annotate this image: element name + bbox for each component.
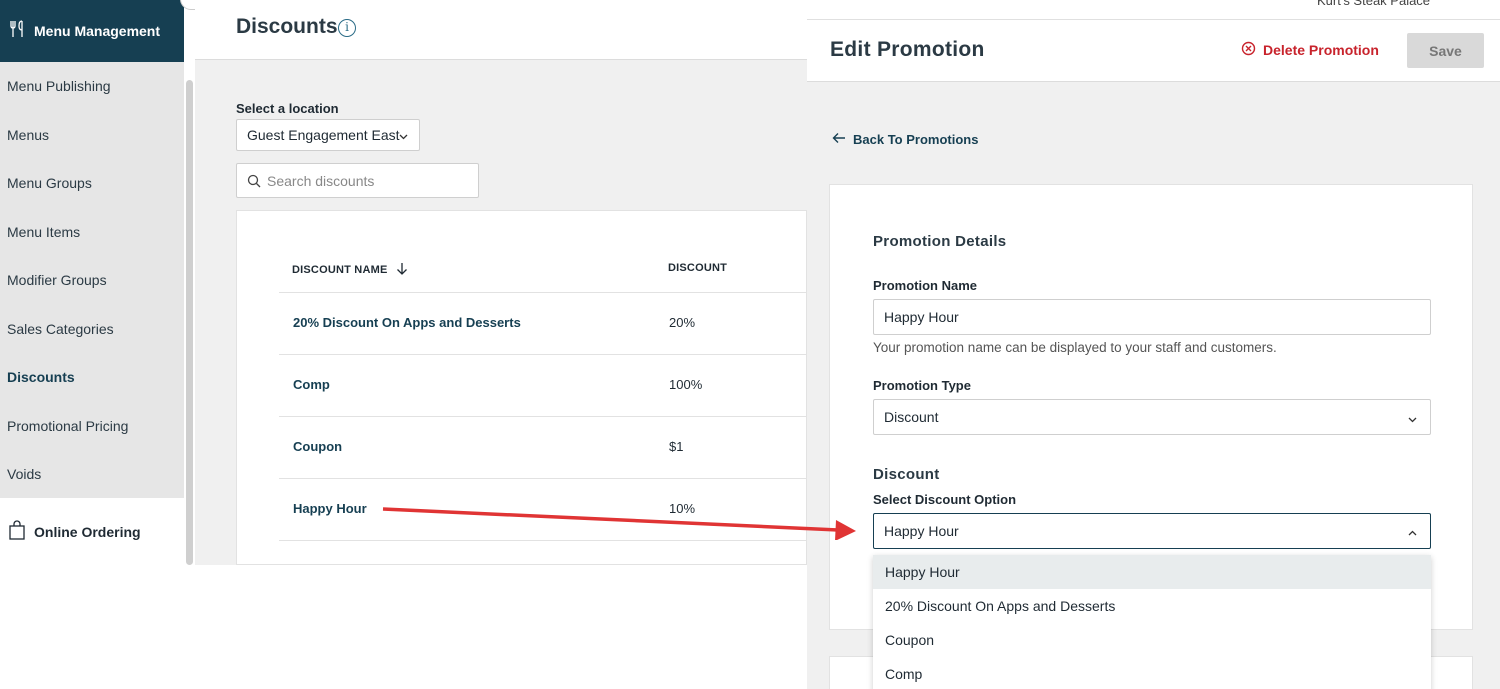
info-icon[interactable]: i xyxy=(338,19,356,37)
save-button[interactable]: Save xyxy=(1407,33,1484,68)
discount-option-select[interactable]: Happy Hour xyxy=(873,513,1431,549)
column-header-discount-name-label: DISCOUNT NAME xyxy=(292,264,388,276)
dropdown-option[interactable]: Comp xyxy=(873,657,1431,689)
location-select-value: Guest Engagement East xyxy=(247,127,400,143)
main-content: Discounts i Select a location Guest Enga… xyxy=(195,0,808,565)
dropdown-option[interactable]: Coupon xyxy=(873,623,1431,657)
sidebar-header[interactable]: Menu Management xyxy=(0,0,184,62)
page-title: Discounts xyxy=(236,15,338,38)
section-title: Promotion Details xyxy=(873,233,1007,250)
sidebar-item-modifier-groups[interactable]: Modifier Groups xyxy=(0,256,184,305)
location-label: Select a location xyxy=(236,101,339,116)
close-circle-icon xyxy=(1241,41,1256,59)
sidebar: Menu Management Menu Publishing Menus Me… xyxy=(0,0,210,565)
app-root: Menu Management Menu Publishing Menus Me… xyxy=(0,0,1500,689)
table-row: Comp 100% xyxy=(279,354,808,416)
search-icon xyxy=(247,174,261,193)
delete-promotion-button[interactable]: Delete Promotion xyxy=(1241,41,1379,59)
chevron-down-icon xyxy=(1407,412,1418,428)
discount-value: $1 xyxy=(669,439,684,454)
dropdown-option[interactable]: Happy Hour xyxy=(873,555,1431,589)
panel-title: Edit Promotion xyxy=(830,38,985,61)
discount-value: 20% xyxy=(669,315,696,330)
promotion-type-label: Promotion Type xyxy=(873,378,971,393)
account-name[interactable]: Kurt's Steak Palace xyxy=(1317,0,1430,8)
table-row: 20% Discount On Apps and Desserts 20% xyxy=(279,292,808,354)
promotion-name-input[interactable]: Happy Hour xyxy=(873,299,1431,335)
column-header-discount[interactable]: DISCOUNT xyxy=(668,262,727,274)
discount-option-label: Select Discount Option xyxy=(873,492,1017,507)
location-select[interactable]: Guest Engagement East xyxy=(236,119,420,151)
table-row: Happy Hour 10% xyxy=(279,478,808,540)
online-ordering-label: Online Ordering xyxy=(34,523,141,540)
promotion-type-select[interactable]: Discount xyxy=(873,399,1431,435)
chevron-down-icon xyxy=(398,129,409,145)
sidebar-item-promotional-pricing[interactable]: Promotional Pricing xyxy=(0,402,184,451)
utensils-icon xyxy=(8,19,28,43)
panel-header: Edit Promotion Delete Promotion Save xyxy=(807,20,1500,82)
promotion-name-value: Happy Hour xyxy=(884,309,959,325)
sidebar-item-menu-groups[interactable]: Menu Groups xyxy=(0,159,184,208)
discount-name-link[interactable]: Coupon xyxy=(293,439,342,454)
chevron-up-icon xyxy=(1407,526,1418,542)
sidebar-item-menu-publishing[interactable]: Menu Publishing xyxy=(0,62,184,111)
promotion-name-hint: Your promotion name can be displayed to … xyxy=(873,340,1277,355)
table-row-divider xyxy=(279,540,808,541)
sidebar-item-menu-items[interactable]: Menu Items xyxy=(0,208,184,257)
discount-value: 10% xyxy=(669,501,696,516)
discount-name-link[interactable]: Comp xyxy=(293,377,330,392)
sidebar-header-title: Menu Management xyxy=(34,23,161,39)
account-bar: Kurt's Steak Palace xyxy=(807,0,1500,20)
arrow-left-icon xyxy=(832,132,846,147)
sidebar-item-sales-categories[interactable]: Sales Categories xyxy=(0,305,184,354)
discount-name-link[interactable]: Happy Hour xyxy=(293,501,367,516)
sidebar-scrollbar-thumb[interactable] xyxy=(186,80,193,565)
discount-option-value: Happy Hour xyxy=(884,523,959,539)
sidebar-item-voids[interactable]: Voids xyxy=(0,450,184,499)
delete-promotion-label: Delete Promotion xyxy=(1263,42,1379,58)
discount-value: 100% xyxy=(669,377,703,392)
table-row: Coupon $1 xyxy=(279,416,808,478)
promotion-type-value: Discount xyxy=(884,409,939,425)
promotion-name-label: Promotion Name xyxy=(873,278,978,293)
shopping-bag-icon xyxy=(8,520,26,543)
discount-option-dropdown: Happy Hour 20% Discount On Apps and Dess… xyxy=(873,555,1431,689)
page-header: Discounts i xyxy=(195,0,807,60)
back-to-promotions-label: Back To Promotions xyxy=(853,132,979,147)
back-to-promotions-link[interactable]: Back To Promotions xyxy=(832,132,978,147)
column-header-discount-name[interactable]: DISCOUNT NAME xyxy=(292,262,408,278)
sidebar-item-online-ordering[interactable]: Online Ordering xyxy=(0,498,184,565)
search-input[interactable] xyxy=(267,164,472,197)
sidebar-nav: Menu Publishing Menus Menu Groups Menu I… xyxy=(0,62,184,499)
sidebar-item-menus[interactable]: Menus xyxy=(0,111,184,160)
discount-name-link[interactable]: 20% Discount On Apps and Desserts xyxy=(293,315,521,330)
search-box xyxy=(236,163,479,198)
sidebar-item-discounts[interactable]: Discounts xyxy=(0,353,184,402)
dropdown-option[interactable]: 20% Discount On Apps and Desserts xyxy=(873,589,1431,623)
discounts-table: DISCOUNT NAME DISCOUNT 20% Discount On A… xyxy=(236,210,808,565)
discount-section-title: Discount xyxy=(873,466,940,483)
sort-arrow-down-icon xyxy=(396,262,408,278)
